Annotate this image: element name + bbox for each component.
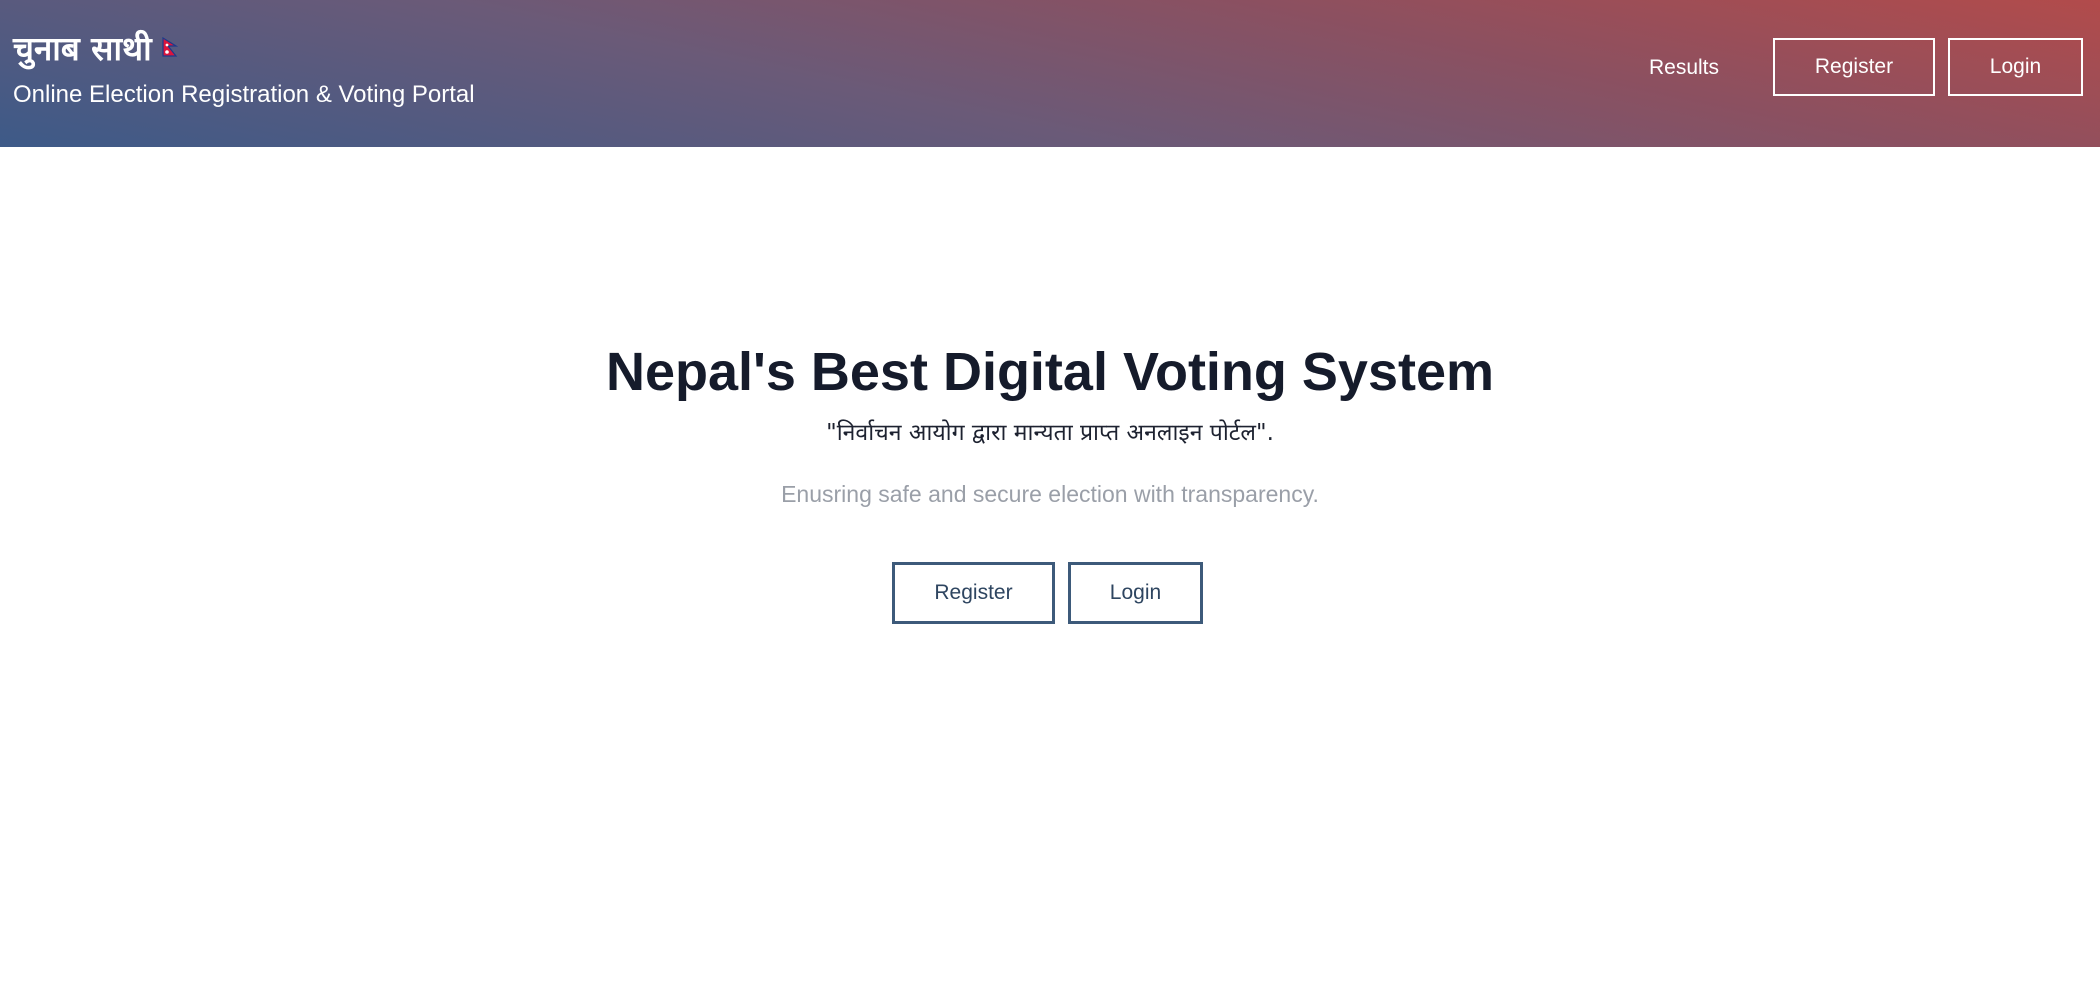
brand-title-row: चुनाब साथी <box>13 24 475 74</box>
hero-tagline: "निर्वाचन आयोग द्वारा मान्यता प्राप्त अन… <box>826 420 1274 446</box>
site-header: चुनाब साथी Online Election Registration … <box>0 0 2100 147</box>
hero-register-button[interactable]: Register <box>892 562 1055 624</box>
hero-title: Nepal's Best Digital Voting System <box>605 342 1495 402</box>
hero-login-button[interactable]: Login <box>1068 562 1203 624</box>
nav-register-button[interactable]: Register <box>1773 38 1935 96</box>
brand-subtitle: Online Election Registration & Voting Po… <box>13 81 475 108</box>
brand-title: चुनाब साथी <box>13 29 152 68</box>
nav-login-button[interactable]: Login <box>1948 38 2083 96</box>
nepal-flag-icon <box>162 37 178 57</box>
brand[interactable]: चुनाब साथी Online Election Registration … <box>13 24 475 112</box>
nav-results-link[interactable]: Results <box>1624 48 1744 88</box>
hero-subtext: Enusring safe and secure election with t… <box>781 481 1319 507</box>
